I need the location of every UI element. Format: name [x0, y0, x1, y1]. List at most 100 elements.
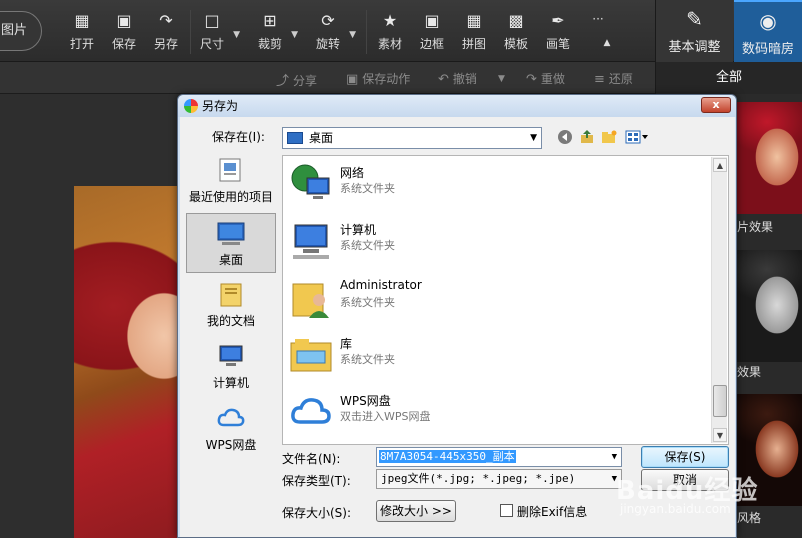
chevron-down-icon[interactable]: ▼: [349, 30, 356, 40]
save-dialog-button[interactable]: 保存(S): [641, 446, 729, 468]
photo-preview: [74, 186, 184, 538]
effect-thumbnail[interactable]: [737, 102, 802, 214]
save-as-dialog: 另存为 x 保存在(I): 桌面 ▼ 最近使用的项目 桌面 我的文档 计算机 W…: [177, 94, 737, 538]
list-item[interactable]: 库 系统文件夹: [283, 327, 713, 384]
dialog-titlebar[interactable]: 另存为 x: [178, 95, 736, 117]
up-folder-icon[interactable]: [578, 129, 596, 147]
share-icon: ⤴: [276, 74, 290, 89]
tab-basic-adjust[interactable]: ✎ 基本调整: [655, 0, 733, 62]
effect-thumbnail[interactable]: [737, 394, 802, 506]
cancel-button[interactable]: 取消: [641, 469, 729, 491]
resize-options-button[interactable]: 修改大小 >>: [376, 500, 456, 522]
file-desc: 双击进入WPS网盘: [340, 410, 431, 423]
back-icon[interactable]: [556, 129, 574, 147]
save-as-button[interactable]: ↷ 另存: [152, 12, 180, 56]
restore-icon: ≡: [594, 72, 605, 87]
list-item[interactable]: Administrator 系统文件夹: [283, 270, 713, 327]
chevron-down-icon[interactable]: ▼: [291, 30, 298, 40]
place-recent[interactable]: 最近使用的项目: [186, 151, 276, 211]
restore-button[interactable]: ≡ 还原: [594, 70, 633, 87]
tab-all[interactable]: 全部: [655, 62, 802, 94]
effect-thumbnail[interactable]: [737, 250, 802, 362]
save-as-icon: ↷: [159, 11, 173, 30]
collage-label: 拼图: [461, 37, 486, 51]
brush-button[interactable]: ✒ 画笔: [544, 12, 572, 56]
toolbar-separator: [190, 10, 191, 54]
tab-digital-darkroom[interactable]: ◉ 数码暗房: [734, 0, 802, 62]
scroll-thumb[interactable]: [713, 385, 727, 417]
chevron-down-icon[interactable]: ▼: [233, 30, 240, 40]
rotate-label: 旋转: [315, 37, 340, 51]
place-desktop[interactable]: 桌面: [186, 213, 276, 273]
chevron-down-icon: ▼: [530, 133, 537, 143]
template-button[interactable]: ▩ 模板: [502, 12, 530, 56]
effect-label: 片效果: [737, 220, 774, 234]
filename-label: 文件名(N):: [282, 452, 341, 466]
collage-button[interactable]: ▦ 拼图: [460, 12, 488, 56]
file-list-scrollbar[interactable]: ▲ ▼: [711, 157, 727, 443]
view-menu-icon[interactable]: [624, 129, 650, 147]
desktop-icon: [287, 132, 303, 144]
list-item[interactable]: 网络 系统文件夹: [283, 156, 713, 213]
crop-label: 裁剪: [257, 37, 282, 51]
file-name: Administrator: [340, 278, 422, 292]
undo-dropdown[interactable]: ▼: [498, 70, 509, 84]
place-documents[interactable]: 我的文档: [186, 275, 276, 335]
place-desktop-label: 桌面: [218, 253, 243, 267]
effect-label: 效果: [737, 365, 762, 379]
scroll-down-icon[interactable]: ▼: [713, 428, 727, 442]
save-action-label: 保存动作: [362, 72, 411, 86]
open-button[interactable]: ▦ 打开: [68, 12, 96, 56]
resize-icon: □: [204, 11, 220, 30]
remove-exif-checkbox[interactable]: [500, 504, 513, 517]
file-list[interactable]: 网络 系统文件夹 计算机 系统文件夹 Administrator 系统文件夹 库…: [282, 155, 729, 445]
camera-icon: ◉: [759, 9, 777, 33]
filetype-dropdown[interactable]: jpeg文件(*.jpg; *.jpeg; *.jpe) ▼: [376, 469, 622, 489]
file-name: 计算机: [340, 223, 377, 237]
chevron-down-icon: ▼: [611, 474, 617, 484]
scroll-up-icon[interactable]: ▲: [713, 158, 727, 172]
picture-button[interactable]: 图片: [0, 11, 42, 51]
new-folder-icon[interactable]: [600, 129, 618, 147]
close-button[interactable]: x: [701, 97, 731, 113]
template-label: 模板: [503, 37, 528, 51]
save-button[interactable]: ▣ 保存: [110, 12, 138, 56]
save-label: 保存: [111, 37, 136, 51]
save-icon: ▣: [116, 11, 132, 30]
app-logo-icon: [184, 99, 198, 113]
cloud-icon: [217, 408, 245, 427]
library-icon: [290, 339, 332, 372]
place-computer[interactable]: 计算机: [186, 337, 276, 397]
material-label: 素材: [377, 37, 402, 51]
tab-digital-darkroom-label: 数码暗房: [741, 42, 794, 57]
frame-button[interactable]: ▣ 边框: [418, 12, 446, 56]
file-name: 库: [340, 337, 353, 351]
rotate-button[interactable]: ⟳ 旋转 ▼: [314, 12, 356, 56]
share-label: 分享: [293, 74, 318, 88]
effect-label: 风格: [737, 511, 762, 525]
save-in-dropdown[interactable]: 桌面 ▼: [282, 127, 542, 149]
filename-value: 8M7A3054-445x350_副本: [379, 450, 516, 463]
chevron-down-icon[interactable]: ▼: [612, 448, 617, 466]
save-action-button[interactable]: ▣ 保存动作: [346, 70, 410, 87]
undo-button[interactable]: ↶ 撤销: [438, 70, 477, 87]
file-desc: 系统文件夹: [340, 296, 395, 309]
list-item[interactable]: 计算机 系统文件夹: [283, 213, 713, 270]
restore-label: 还原: [608, 72, 633, 86]
brush-label: 画笔: [545, 37, 570, 51]
material-button[interactable]: ★ 素材: [376, 12, 404, 56]
places-sidebar: 最近使用的项目 桌面 我的文档 计算机 WPS网盘: [186, 151, 278, 471]
resize-button[interactable]: □ 尺寸 ▼: [198, 11, 240, 56]
filename-field[interactable]: 8M7A3054-445x350_副本 ▼: [376, 447, 622, 467]
crop-button[interactable]: ⊞ 裁剪 ▼: [256, 12, 298, 56]
list-item[interactable]: WPS网盘 双击进入WPS网盘: [283, 384, 713, 441]
user-folder-icon: [292, 283, 329, 318]
more-icon: ···: [592, 12, 604, 26]
resize-label: 尺寸: [199, 37, 224, 51]
filesize-label: 保存大小(S):: [282, 506, 352, 520]
place-wps-cloud[interactable]: WPS网盘: [186, 399, 276, 459]
save-in-label: 保存在(I):: [212, 130, 265, 144]
redo-button[interactable]: ↷ 重做: [526, 70, 565, 87]
desktop-icon: [217, 222, 245, 245]
share-button[interactable]: ⤴ 分享: [276, 70, 317, 89]
